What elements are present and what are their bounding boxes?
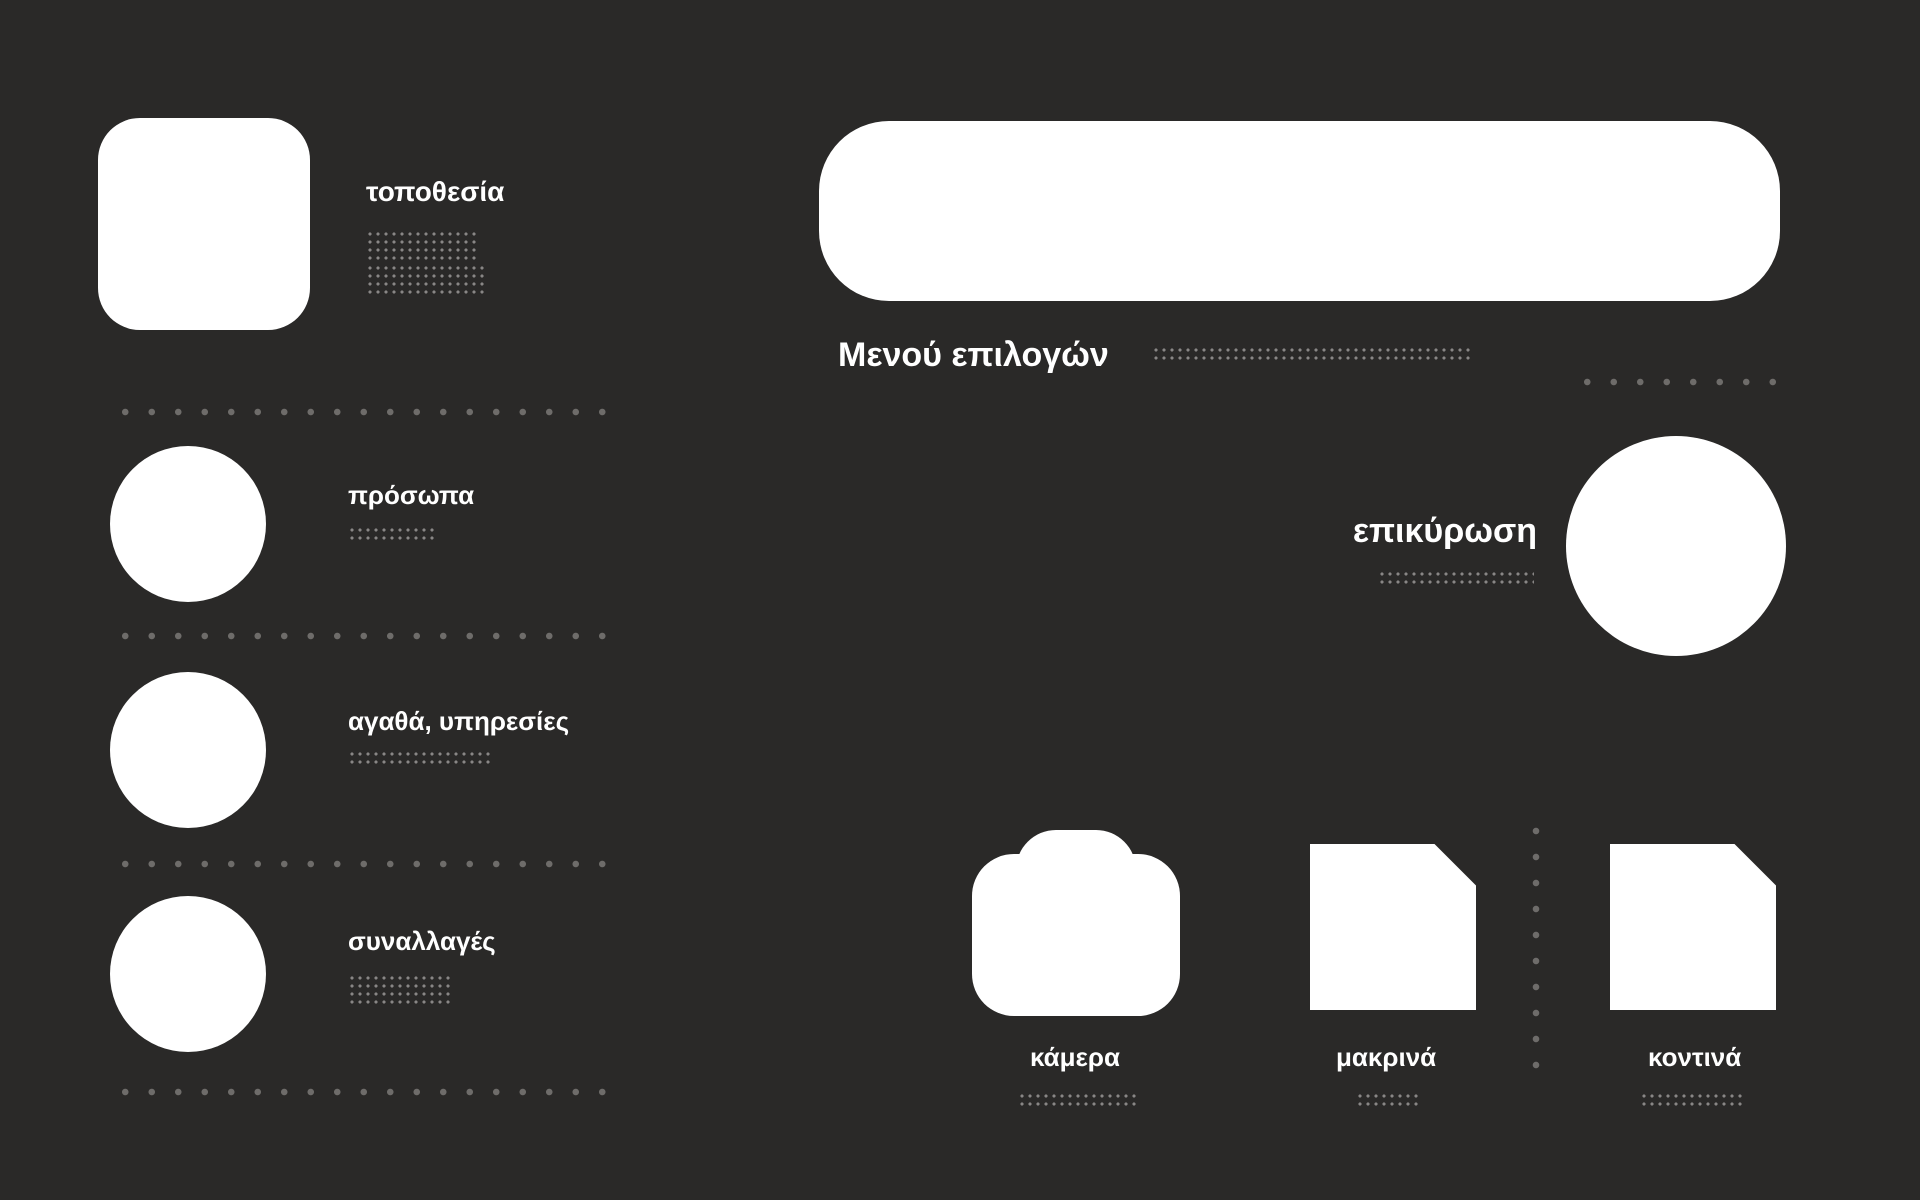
goods-services-button[interactable] <box>110 672 266 828</box>
top-bar-button[interactable] <box>819 121 1780 301</box>
people-label: πρόσωπα <box>348 480 475 510</box>
location-label: τοποθεσία <box>366 176 505 207</box>
near-label: κοντινά <box>1648 1042 1742 1072</box>
separator-dots <box>112 632 606 640</box>
people-button[interactable] <box>110 446 266 602</box>
location-braille <box>366 230 476 262</box>
far-braille <box>1356 1092 1418 1108</box>
camera-label: κάμερα <box>1030 1042 1120 1072</box>
transactions-button[interactable] <box>110 896 266 1052</box>
separator-dots <box>112 408 606 416</box>
camera-icon-body <box>972 854 1180 1016</box>
location-braille-2 <box>366 264 484 296</box>
near-button[interactable] <box>1610 844 1776 1010</box>
near-braille <box>1640 1092 1742 1108</box>
goods-services-braille <box>348 750 492 766</box>
separator-dots <box>112 860 606 868</box>
camera-braille <box>1018 1092 1136 1108</box>
transactions-braille <box>348 974 452 1006</box>
menu-braille <box>1152 346 1472 362</box>
separator-dots <box>1532 818 1540 1070</box>
separator-dots <box>1574 378 1792 386</box>
separator-dots <box>112 1088 606 1096</box>
people-braille <box>348 526 436 542</box>
far-button[interactable] <box>1310 844 1476 1010</box>
confirm-label: επικύρωση <box>1352 512 1537 550</box>
confirm-braille <box>1378 570 1534 586</box>
far-label: μακρινά <box>1336 1042 1437 1072</box>
goods-services-label: αγαθά, υπηρεσίες <box>348 706 570 736</box>
transactions-label: συναλλαγές <box>348 926 496 956</box>
menu-label: Μενού επιλογών <box>838 336 1109 374</box>
location-button[interactable] <box>98 118 310 330</box>
confirm-button[interactable] <box>1566 436 1786 656</box>
